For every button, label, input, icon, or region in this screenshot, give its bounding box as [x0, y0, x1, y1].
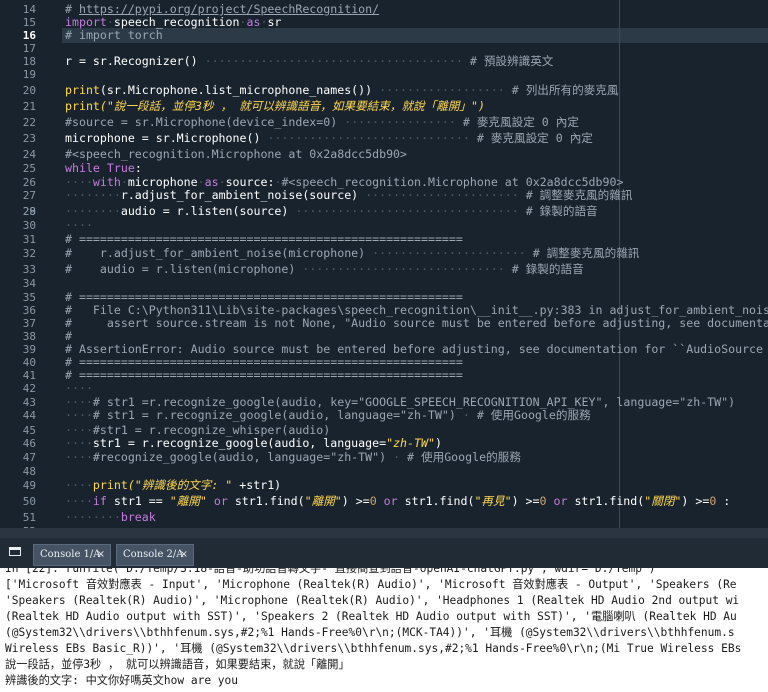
close-icon[interactable]: ×: [180, 545, 188, 565]
line-number-gutter: 14 15 16 17 18 19 20 21 22 23 24 25 26 27 28 29 30 31 32 33…: [0, 0, 40, 528]
line-number: 44: [22, 409, 36, 422]
code-editor[interactable]: 14 15 16 17 18 19 20 21 22 23 24 25 26 27 28 29 30 31 32 33…: [0, 0, 768, 528]
console-line: (@System32\\drivers\\bthhfenum.sys,#2;%1…: [5, 626, 735, 639]
line-number: 49: [22, 479, 36, 492]
console-line: 說一段話，並停3秒 ， 就可以辨識語音，如果要結束，就說「離開」: [5, 658, 350, 671]
tab-label: Console 2/A: [123, 549, 184, 560]
code-line-50[interactable]: ····print("辨識後的文字: " +str1): [65, 478, 281, 494]
fold-margin[interactable]: [40, 0, 62, 528]
code-line-21[interactable]: print("說一段話，並停3秒 ， 就可以辨識語音，如果要結束，就說「離開」"…: [65, 99, 485, 115]
console-line: 'Speakers (Realtek(R) Audio)', 'Micropho…: [5, 594, 740, 607]
tab-console-1[interactable]: Console 1/A ×: [33, 544, 111, 566]
pane-splitter[interactable]: [0, 528, 768, 538]
close-icon[interactable]: ×: [97, 545, 105, 565]
code-line-45[interactable]: ····# str1 = r.recognize_google(audio, l…: [65, 408, 591, 424]
code-line-27[interactable]: ········r.adjust_for_ambient_noise(sourc…: [65, 188, 632, 204]
code-line-51[interactable]: ····if str1 == "離開" or str1.find("離開") >…: [65, 494, 730, 510]
edge-line: [619, 0, 620, 528]
code-line-52[interactable]: ········break: [65, 510, 156, 526]
console-line: (Realtek HD Audio output with SST)', 'Sp…: [5, 610, 737, 623]
line-number: 27: [22, 189, 36, 202]
line-number: 22: [22, 116, 36, 129]
code-line-28[interactable]: ········audio = r.listen(source) ·······…: [65, 204, 598, 220]
code-line-18[interactable]: r = sr.Recognizer() ····················…: [65, 54, 553, 70]
line-number: 23: [22, 132, 36, 145]
console-line: In [22]: runfile('D:/Temp/3.18-語音-助功語音轉文…: [5, 568, 656, 575]
code-line-33[interactable]: # audio = r.listen(microphone) ·········…: [65, 262, 584, 278]
code-line-38[interactable]: # assert source.stream is not None, "Aud…: [65, 316, 768, 332]
code-line-48[interactable]: ····#recognize_google(audio, language="z…: [65, 450, 521, 466]
tab-label: Console 1/A: [40, 549, 101, 560]
console-line: ['Microsoft 音效對應表 - Input', 'Microphone …: [5, 578, 737, 591]
tab-console-2[interactable]: Console 2/A ×: [116, 544, 194, 566]
console-output[interactable]: In [22]: runfile('D:/Temp/3.18-語音-助功語音轉文…: [0, 568, 768, 692]
line-number: 50: [22, 495, 36, 508]
line-number: 21: [22, 100, 36, 113]
code-line-20[interactable]: print(sr.Microphone.list_microphone_name…: [65, 83, 618, 99]
code-line-16[interactable]: # import torch: [65, 28, 163, 44]
line-number: 32: [22, 247, 36, 260]
line-number: 19: [22, 68, 36, 81]
code-line-32[interactable]: # r.adjust_for_ambient_noise(microphone)…: [65, 246, 639, 262]
line-number: 20: [22, 84, 36, 97]
console-icon: [9, 547, 21, 556]
pypi-link[interactable]: https://pypi.org/project/SpeechRecogniti…: [79, 2, 379, 16]
console-line: Wireless EBs Basic_R))', '耳機 (@System32\…: [5, 642, 742, 655]
code-line-42[interactable]: # ======================================…: [65, 368, 463, 384]
code-line-22[interactable]: #source = sr.Microphone(device_index=0) …: [65, 115, 579, 131]
code-line-23[interactable]: microphone = sr.Microphone() ···········…: [65, 131, 593, 147]
console-line: 辨識後的文字: 中文你好嗎英文how are you: [5, 674, 238, 687]
